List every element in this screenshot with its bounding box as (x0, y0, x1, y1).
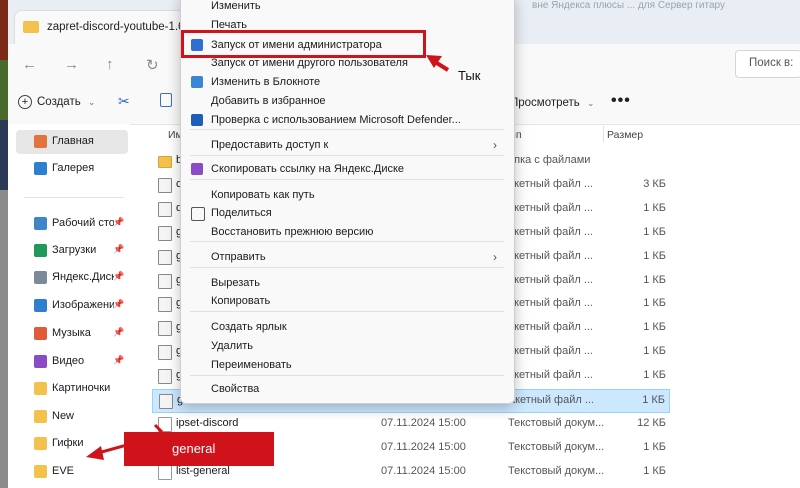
annotation-tyk: Тык (458, 68, 481, 83)
annotation-arrows (86, 55, 450, 460)
annotation-general-label: general (124, 432, 274, 466)
annotation-general-text: general (172, 441, 216, 456)
arrow-to-admin-item (426, 55, 450, 72)
highlight-box (181, 30, 426, 58)
